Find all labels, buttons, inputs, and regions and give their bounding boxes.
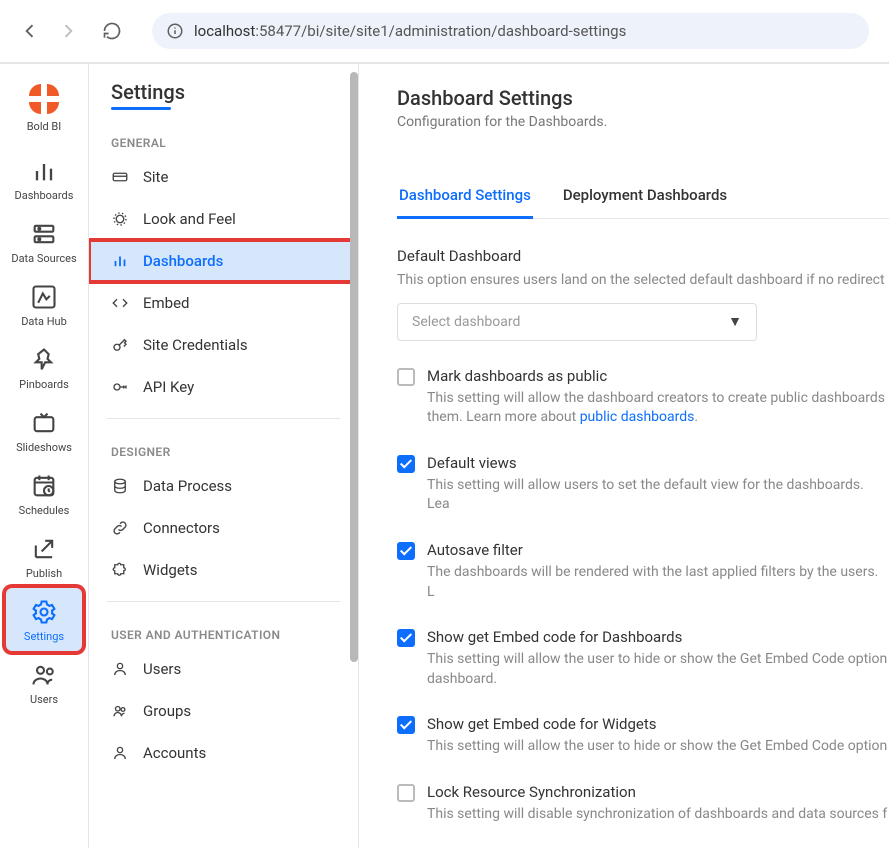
database-icon	[111, 477, 129, 495]
account-icon	[111, 744, 129, 762]
option-public-title: Mark dashboards as public	[427, 367, 889, 385]
default-dashboard-block: Default Dashboard This option ensures us…	[397, 247, 889, 341]
code-icon	[111, 294, 129, 312]
option-public: Mark dashboards as public This setting w…	[397, 367, 889, 428]
scrollbar[interactable]	[350, 72, 358, 662]
checkbox-public[interactable]	[397, 368, 415, 386]
option-lock-sync-title: Lock Resource Synchronization	[427, 783, 889, 801]
group-icon	[111, 702, 129, 720]
settings-item-connectors[interactable]: Connectors	[89, 507, 358, 549]
reload-button[interactable]	[102, 21, 122, 41]
option-default-views-desc: This setting will allow users to set the…	[427, 476, 889, 515]
settings-item-accounts[interactable]: Accounts	[89, 732, 358, 774]
key-icon	[111, 336, 129, 354]
settings-item-widgets[interactable]: Widgets	[89, 549, 358, 591]
app-root: Bold BI Dashboards Data Sources Data Hub…	[0, 63, 889, 848]
settings-item-sitecredentials[interactable]: Site Credentials	[89, 324, 358, 366]
hub-icon	[30, 283, 58, 311]
option-autosave-desc: The dashboards will be rendered with the…	[427, 563, 889, 602]
option-autosave: Autosave filter The dashboards will be r…	[397, 541, 889, 602]
pin-icon	[30, 346, 58, 374]
settings-item-apikey[interactable]: API Key	[89, 366, 358, 408]
bar-chart-icon	[30, 157, 58, 185]
rail-item-pinboards[interactable]: Pinboards	[6, 336, 82, 399]
checkbox-autosave[interactable]	[397, 542, 415, 560]
default-dashboard-dropdown[interactable]: Select dashboard ▼	[397, 303, 757, 341]
option-default-views: Default views This setting will allow us…	[397, 454, 889, 515]
appearance-icon	[111, 210, 129, 228]
settings-item-groups[interactable]: Groups	[89, 690, 358, 732]
settings-title: Settings	[111, 80, 336, 110]
settings-item-site[interactable]: Site	[89, 156, 358, 198]
brand-label: Bold BI	[27, 120, 62, 133]
rail-item-datasources[interactable]: Data Sources	[6, 210, 82, 273]
back-button[interactable]	[20, 21, 40, 41]
calendar-clock-icon	[30, 472, 58, 500]
browser-toolbar: localhost:58477/bi/site/site1/administra…	[0, 0, 889, 63]
settings-item-dataprocess[interactable]: Data Process	[89, 465, 358, 507]
settings-sidebar: Settings GENERAL Site Look and Feel Dash…	[89, 64, 359, 848]
rail-item-users[interactable]: Users	[6, 651, 82, 714]
section-userauth: USER AND AUTHENTICATION	[111, 628, 336, 642]
boldbi-logo-icon	[29, 84, 59, 114]
option-embed-widget-desc: This setting will allow the user to hide…	[427, 737, 889, 757]
rail-item-schedules[interactable]: Schedules	[6, 462, 82, 525]
default-dashboard-title: Default Dashboard	[397, 247, 889, 265]
checkbox-embed-widget[interactable]	[397, 716, 415, 734]
divider	[107, 601, 340, 602]
url-bar-icon	[111, 168, 129, 186]
public-dashboards-link[interactable]: public dashboards	[580, 409, 695, 425]
page-title: Dashboard Settings	[397, 86, 889, 110]
checkbox-embed-dash[interactable]	[397, 629, 415, 647]
page-subtitle: Configuration for the Dashboards.	[397, 114, 889, 130]
option-embed-widget: Show get Embed code for Widgets This set…	[397, 715, 889, 757]
main-content: Dashboard Settings Configuration for the…	[359, 64, 889, 848]
content-tabs: Dashboard Settings Deployment Dashboards	[397, 176, 889, 219]
puzzle-icon	[111, 561, 129, 579]
option-embed-dash: Show get Embed code for Dashboards This …	[397, 628, 889, 689]
settings-item-embed[interactable]: Embed	[89, 282, 358, 324]
url-text: localhost:58477/bi/site/site1/administra…	[194, 22, 626, 40]
option-lock-sync: Lock Resource Synchronization This setti…	[397, 783, 889, 825]
checkbox-lock-sync[interactable]	[397, 784, 415, 802]
forward-button[interactable]	[58, 21, 78, 41]
rail-item-settings[interactable]: Settings	[6, 588, 82, 651]
brand-logo[interactable]: Bold BI	[27, 76, 62, 147]
dropdown-placeholder: Select dashboard	[412, 314, 520, 330]
tv-icon	[30, 409, 58, 437]
checkbox-default-views[interactable]	[397, 455, 415, 473]
rail-item-datahub[interactable]: Data Hub	[6, 273, 82, 336]
default-dashboard-help: This option ensures users land on the se…	[397, 271, 889, 291]
chevron-down-icon: ▼	[728, 313, 742, 330]
rail-item-dashboards[interactable]: Dashboards	[6, 147, 82, 210]
address-bar[interactable]: localhost:58477/bi/site/site1/administra…	[152, 13, 869, 49]
gear-icon	[30, 598, 58, 626]
server-icon	[30, 220, 58, 248]
user-icon	[111, 660, 129, 678]
settings-item-users[interactable]: Users	[89, 648, 358, 690]
option-public-desc: This setting will allow the dashboard cr…	[427, 389, 889, 428]
api-key-icon	[111, 378, 129, 396]
tab-deployment-dashboards[interactable]: Deployment Dashboards	[561, 176, 729, 219]
users-icon	[30, 661, 58, 689]
option-autosave-title: Autosave filter	[427, 541, 889, 559]
rail-item-slideshows[interactable]: Slideshows	[6, 399, 82, 462]
option-lock-sync-desc: This setting will disable synchronizatio…	[427, 805, 889, 825]
option-embed-dash-desc: This setting will allow the user to hide…	[427, 650, 889, 689]
option-embed-dash-title: Show get Embed code for Dashboards	[427, 628, 889, 646]
option-embed-widget-title: Show get Embed code for Widgets	[427, 715, 889, 733]
section-designer: DESIGNER	[111, 445, 336, 459]
divider	[107, 418, 340, 419]
section-general: GENERAL	[111, 136, 336, 150]
chart-icon	[111, 252, 129, 270]
settings-item-dashboards[interactable]: Dashboards	[89, 240, 358, 282]
publish-icon	[30, 535, 58, 563]
site-info-icon[interactable]	[166, 22, 184, 40]
settings-item-look[interactable]: Look and Feel	[89, 198, 358, 240]
link-icon	[111, 519, 129, 537]
rail-item-publish[interactable]: Publish	[6, 525, 82, 588]
nav-rail: Bold BI Dashboards Data Sources Data Hub…	[0, 64, 89, 848]
option-default-views-title: Default views	[427, 454, 889, 472]
tab-dashboard-settings[interactable]: Dashboard Settings	[397, 176, 533, 219]
